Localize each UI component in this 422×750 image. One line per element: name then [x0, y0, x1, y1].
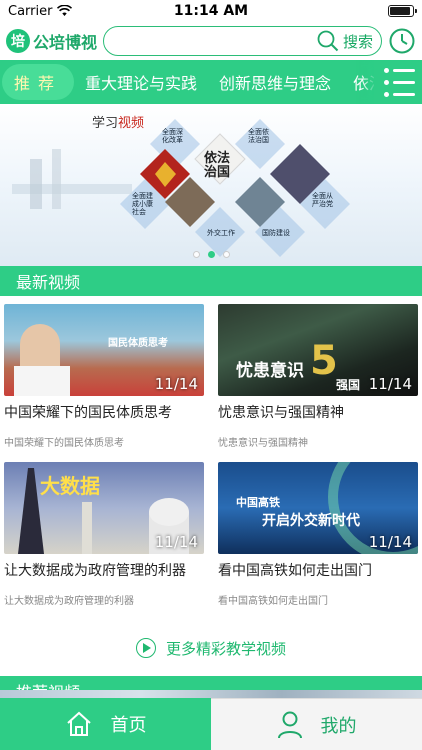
video-date: 11/14: [368, 375, 412, 393]
carousel-dot[interactable]: [207, 251, 215, 258]
video-date: 11/14: [154, 375, 198, 393]
wifi-icon: [57, 5, 73, 16]
video-thumbnail[interactable]: 国民体质思考 11/14: [4, 304, 204, 396]
tab-recommend[interactable]: 推荐: [2, 64, 75, 100]
video-date: 11/14: [154, 533, 198, 551]
banner-tile-label: 国防建设: [262, 229, 290, 237]
category-menu-button[interactable]: [374, 60, 422, 104]
banner-tile-label: 全面依法治国: [248, 128, 269, 144]
video-title[interactable]: 忧患意识与强国精神: [218, 402, 418, 422]
banner-title: 学习视频: [92, 116, 145, 131]
search-button-label[interactable]: 搜索: [343, 31, 373, 52]
app-header: 培 公培博视 搜索: [0, 22, 422, 60]
app-logo: 培 公培博视: [6, 29, 97, 53]
thumbnail-caption: 大数据: [40, 474, 100, 498]
thumbnail-caption: 开启外交新时代: [262, 513, 360, 529]
nav-mine-label: 我的: [320, 715, 357, 737]
status-time: 11:14 AM: [173, 3, 249, 19]
video-thumbnail[interactable]: 中国高铁 开启外交新时代 11/14: [218, 462, 418, 554]
video-card[interactable]: 中国高铁 开启外交新时代 11/14 看中国高铁如何走出国门 看中国高铁如何走出…: [218, 462, 418, 620]
video-thumbnail[interactable]: 大数据 11/14: [4, 462, 204, 554]
latest-videos-header: 最新视频: [0, 266, 422, 296]
carousel-dot[interactable]: [192, 251, 200, 258]
banner-graphic: [12, 119, 350, 257]
thumbnail-number: 5: [310, 338, 338, 384]
banner-tile-label: 全面建成小康社会: [132, 192, 153, 216]
video-title[interactable]: 看中国高铁如何走出国门: [218, 560, 418, 580]
banner-tile-label: 全面深化改革: [162, 128, 183, 144]
video-title[interactable]: 让大数据成为政府管理的利器: [4, 560, 204, 580]
banner-carousel[interactable]: 学习视频 依法治国 全面深化改革 全面依法治国 全面建成小康社会 全面从严治党 …: [0, 104, 422, 266]
search-icon: [317, 30, 339, 52]
banner-tile-label: 全面从严治党: [312, 192, 333, 208]
thumbnail-caption: 强国: [336, 378, 361, 392]
battery-icon: [388, 5, 417, 17]
thumbnail-caption: 中国高铁: [236, 496, 280, 509]
video-date: 11/14: [368, 533, 412, 551]
thumbnail-caption: 忧患意识: [236, 361, 304, 381]
video-subtitle: 让大数据成为政府管理的利器: [4, 596, 134, 607]
status-bar: Carrier 11:14 AM: [0, 0, 422, 22]
recommended-thumbnails-peek: [0, 690, 422, 698]
tab-theory-practice[interactable]: 重大理论与实践: [74, 70, 208, 94]
video-subtitle: 看中国高铁如何走出国门: [218, 596, 328, 607]
category-tabs: 推荐 重大理论与实践 创新思维与理念 依法: [0, 60, 422, 104]
banner-tile-label: 外交工作: [207, 229, 235, 237]
app-root: Carrier 11:14 AM 培 公培博视 搜索 推荐 重大理论与实践 创新…: [0, 0, 422, 750]
video-card[interactable]: 忧患意识 5 强国 11/14 忧患意识与强国精神 忧患意识与强国精神: [218, 304, 418, 462]
more-videos-link[interactable]: 更多精彩教学视频: [0, 620, 422, 676]
logo-text: 公培博视: [33, 33, 98, 52]
logo-badge-icon: 培: [6, 29, 30, 53]
carousel-indicator: [0, 251, 422, 258]
bottom-navigation: 首页 我的: [0, 698, 422, 750]
banner-center-text: 依法治国: [204, 151, 231, 180]
tab-innovation[interactable]: 创新思维与理念: [208, 70, 342, 94]
video-card[interactable]: 国民体质思考 11/14 中国荣耀下的国民体质思考 中国荣耀下的国民体质思考: [4, 304, 204, 462]
video-title[interactable]: 中国荣耀下的国民体质思考: [4, 402, 204, 422]
play-icon: [135, 638, 156, 658]
nav-home-label: 首页: [110, 715, 147, 736]
carrier-label: Carrier: [8, 3, 53, 19]
video-card[interactable]: 大数据 11/14 让大数据成为政府管理的利器 让大数据成为政府管理的利器: [4, 462, 204, 620]
more-videos-label[interactable]: 更多精彩教学视频: [166, 638, 286, 659]
clock-icon[interactable]: [388, 27, 416, 55]
video-grid: 国民体质思考 11/14 中国荣耀下的国民体质思考 中国荣耀下的国民体质思考 忧…: [0, 296, 422, 620]
carousel-dot[interactable]: [222, 251, 230, 258]
video-subtitle: 忧患意识与强国精神: [218, 438, 308, 449]
thumbnail-caption: 国民体质思考: [108, 338, 168, 349]
search-input[interactable]: 搜索: [103, 26, 382, 56]
nav-mine[interactable]: 我的: [211, 698, 422, 750]
video-thumbnail[interactable]: 忧患意识 5 强国 11/14: [218, 304, 418, 396]
nav-home[interactable]: 首页: [0, 698, 211, 750]
user-icon: [277, 711, 302, 738]
video-subtitle: 中国荣耀下的国民体质思考: [4, 438, 124, 449]
home-icon: [66, 711, 91, 736]
